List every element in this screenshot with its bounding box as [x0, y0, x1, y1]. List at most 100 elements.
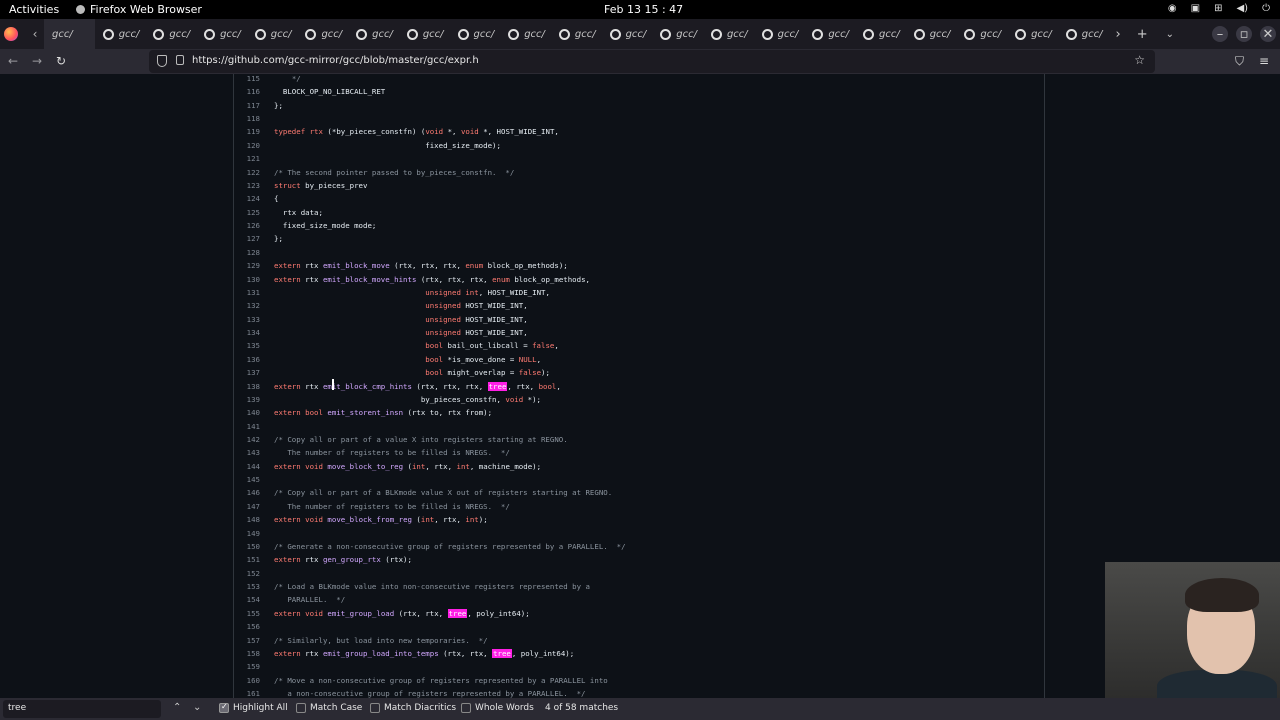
- maximize-icon[interactable]: ▫: [1236, 26, 1252, 42]
- match-diacritics-checkbox[interactable]: Match Diacritics: [370, 703, 456, 713]
- line-number[interactable]: 138: [234, 382, 260, 391]
- browser-tab[interactable]: gcc/: [652, 19, 703, 49]
- url-bar[interactable]: https://github.com/gcc-mirror/gcc/blob/m…: [149, 50, 1155, 73]
- browser-tab[interactable]: gcc/: [703, 19, 754, 49]
- list-all-tabs-icon[interactable]: ⌄: [1166, 29, 1174, 40]
- line-number[interactable]: 116: [234, 87, 260, 96]
- browser-tab[interactable]: gcc/: [450, 19, 501, 49]
- scroll-tabs-right-icon[interactable]: ›: [1116, 27, 1121, 42]
- browser-tab[interactable]: gcc/: [297, 19, 348, 49]
- line-number[interactable]: 133: [234, 315, 260, 324]
- line-number[interactable]: 135: [234, 341, 260, 350]
- line-number[interactable]: 144: [234, 462, 260, 471]
- line-number[interactable]: 124: [234, 194, 260, 203]
- browser-tab[interactable]: gcc/: [500, 19, 551, 49]
- line-number[interactable]: 136: [234, 355, 260, 364]
- browser-tab[interactable]: gcc/: [145, 19, 196, 49]
- browser-tab[interactable]: gcc/: [348, 19, 399, 49]
- github-icon: [558, 28, 570, 40]
- line-number[interactable]: 118: [234, 114, 260, 123]
- line-number[interactable]: 149: [234, 529, 260, 538]
- code-line: /* Copy all or part of a value X into re…: [274, 434, 568, 444]
- line-number[interactable]: 134: [234, 328, 260, 337]
- line-number[interactable]: 155: [234, 609, 260, 618]
- reload-icon[interactable]: ↻: [56, 54, 66, 68]
- find-next-icon[interactable]: ⌄: [193, 702, 201, 713]
- line-number[interactable]: 146: [234, 488, 260, 497]
- line-number[interactable]: 147: [234, 502, 260, 511]
- close-window-icon[interactable]: ✕: [1260, 26, 1276, 42]
- browser-tab[interactable]: gcc/: [551, 19, 602, 49]
- app-menu-icon[interactable]: ≡: [1259, 54, 1269, 68]
- browser-tab[interactable]: gcc/: [1058, 19, 1109, 49]
- browser-tab[interactable]: gcc/: [754, 19, 805, 49]
- line-number[interactable]: 121: [234, 154, 260, 163]
- browser-tab[interactable]: gcc/: [956, 19, 1007, 49]
- line-number[interactable]: 157: [234, 636, 260, 645]
- line-number[interactable]: 153: [234, 582, 260, 591]
- line-number[interactable]: 139: [234, 395, 260, 404]
- line-number[interactable]: 119: [234, 127, 260, 136]
- tracking-protection-icon[interactable]: [157, 55, 167, 67]
- line-number[interactable]: 158: [234, 649, 260, 658]
- line-number[interactable]: 141: [234, 422, 260, 431]
- browser-tab[interactable]: gcc/: [44, 19, 95, 49]
- line-number[interactable]: 129: [234, 261, 260, 270]
- browser-tab[interactable]: gcc/: [804, 19, 855, 49]
- browser-tab[interactable]: gcc/: [247, 19, 298, 49]
- line-number[interactable]: 140: [234, 408, 260, 417]
- line-number[interactable]: 152: [234, 569, 260, 578]
- back-icon[interactable]: ←: [8, 54, 18, 68]
- find-input[interactable]: tree: [3, 700, 161, 718]
- whole-words-checkbox[interactable]: Whole Words: [461, 703, 534, 713]
- browser-tab[interactable]: gcc/: [1007, 19, 1058, 49]
- line-number[interactable]: 115: [234, 74, 260, 83]
- line-number[interactable]: 150: [234, 542, 260, 551]
- line-number[interactable]: 131: [234, 288, 260, 297]
- browser-tab[interactable]: gcc/: [95, 19, 146, 49]
- highlight-all-checkbox[interactable]: Highlight All: [219, 702, 288, 713]
- app-menu[interactable]: Firefox Web Browser: [76, 3, 202, 16]
- scroll-tabs-left-icon[interactable]: ‹: [28, 27, 42, 41]
- browser-tab[interactable]: gcc/: [602, 19, 653, 49]
- activities-button[interactable]: Activities: [9, 3, 59, 16]
- lock-icon[interactable]: [176, 55, 184, 65]
- line-number[interactable]: 148: [234, 515, 260, 524]
- url-text[interactable]: https://github.com/gcc-mirror/gcc/blob/m…: [192, 55, 479, 66]
- line-number[interactable]: 137: [234, 368, 260, 377]
- line-number[interactable]: 127: [234, 234, 260, 243]
- line-number[interactable]: 132: [234, 301, 260, 310]
- line-number[interactable]: 160: [234, 676, 260, 685]
- system-tray[interactable]: ◉ ▣ ⊞ ◀) ⏻: [1168, 3, 1270, 14]
- line-number[interactable]: 156: [234, 622, 260, 631]
- minimize-icon[interactable]: –: [1212, 26, 1228, 42]
- line-number[interactable]: 120: [234, 141, 260, 150]
- tab-title: gcc/: [676, 28, 697, 40]
- line-number[interactable]: 117: [234, 101, 260, 110]
- line-number[interactable]: 142: [234, 435, 260, 444]
- line-number[interactable]: 143: [234, 448, 260, 457]
- forward-icon[interactable]: →: [32, 54, 42, 68]
- find-previous-icon[interactable]: ⌃: [173, 702, 181, 713]
- line-number[interactable]: 130: [234, 275, 260, 284]
- browser-tab[interactable]: gcc/: [196, 19, 247, 49]
- line-number[interactable]: 159: [234, 662, 260, 671]
- line-number[interactable]: 128: [234, 248, 260, 257]
- browser-tab[interactable]: gcc/: [399, 19, 450, 49]
- browser-tab[interactable]: gcc/: [906, 19, 957, 49]
- line-number[interactable]: 123: [234, 181, 260, 190]
- line-number[interactable]: 154: [234, 595, 260, 604]
- line-number[interactable]: 145: [234, 475, 260, 484]
- line-number[interactable]: 126: [234, 221, 260, 230]
- line-number[interactable]: 151: [234, 555, 260, 564]
- line-number[interactable]: 161: [234, 689, 260, 698]
- new-tab-icon[interactable]: +: [1137, 27, 1148, 42]
- line-number[interactable]: 125: [234, 208, 260, 217]
- match-case-checkbox[interactable]: Match Case: [296, 703, 362, 713]
- bookmark-star-icon[interactable]: ☆: [1134, 53, 1145, 67]
- browser-tab[interactable]: gcc/: [855, 19, 906, 49]
- tab-title: gcc/: [726, 28, 748, 40]
- extensions-icon[interactable]: ⛉: [1235, 54, 1244, 69]
- clock[interactable]: Feb 13 15 : 47: [604, 3, 683, 16]
- line-number[interactable]: 122: [234, 168, 260, 177]
